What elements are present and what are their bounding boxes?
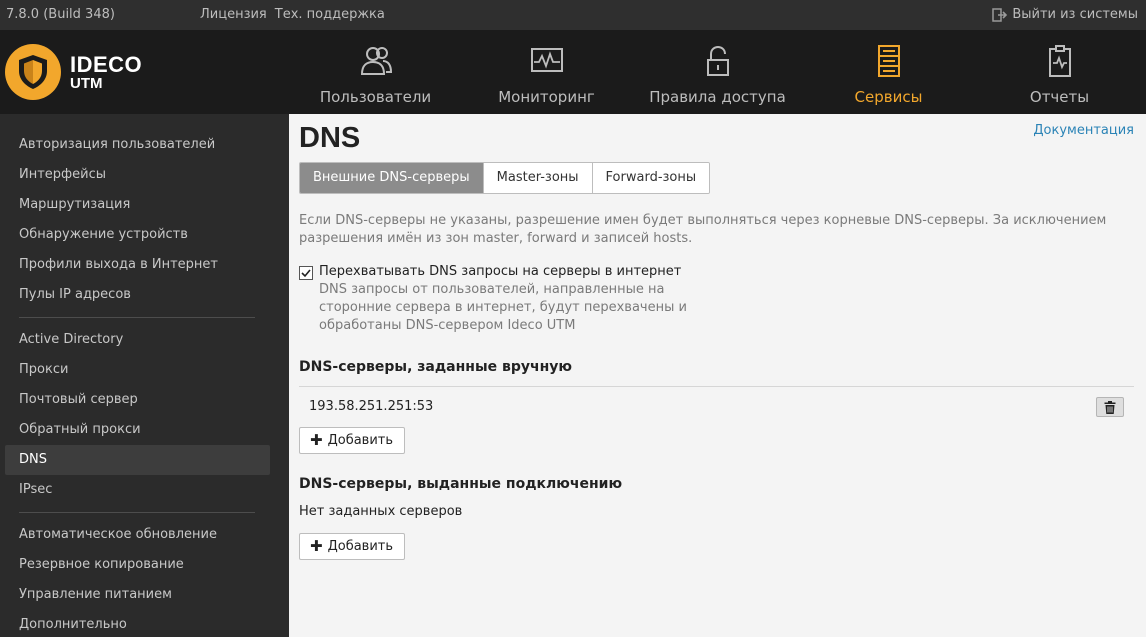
sidebar-item-mail-server[interactable]: Почтовый сервер xyxy=(5,385,270,415)
nav-reports-label: Отчеты xyxy=(1029,88,1090,106)
connection-dns-empty: Нет заданных серверов xyxy=(299,504,463,519)
dns-tabs: Внешние DNS-серверы Master-зоны Forward-… xyxy=(299,162,711,194)
nav-access-rules[interactable]: Правила доступа xyxy=(632,30,803,114)
trash-icon xyxy=(1104,400,1116,414)
checkmark-icon xyxy=(301,269,311,278)
version-label: 7.8.0 (Build 348) xyxy=(6,7,115,22)
intercept-dns-option: Перехватывать DNS запросы на серверы в и… xyxy=(299,264,719,335)
add-manual-server-button[interactable]: ✚ Добавить xyxy=(299,427,406,454)
page-title: DNS xyxy=(299,122,361,154)
brand-name: IDECO UTM xyxy=(70,51,143,92)
report-icon xyxy=(1048,45,1071,77)
sidebar-group-system: Автоматическое обновление Резервное копи… xyxy=(0,520,289,637)
sidebar-item-ipsec[interactable]: IPsec xyxy=(5,475,270,505)
nav-access-rules-label: Правила доступа xyxy=(649,88,786,106)
logout-label: Выйти из системы xyxy=(1012,7,1138,22)
nav-reports[interactable]: Отчеты xyxy=(974,30,1145,114)
sidebar-item-auto-update[interactable]: Автоматическое обновление xyxy=(5,520,270,550)
users-icon xyxy=(360,47,392,75)
sidebar-item-user-auth[interactable]: Авторизация пользователей xyxy=(5,130,270,160)
sidebar-group-services: Active Directory Прокси Почтовый сервер … xyxy=(0,325,289,505)
intercept-dns-description: DNS запросы от пользователей, направленн… xyxy=(319,282,687,333)
section-divider xyxy=(299,386,1134,387)
sidebar-item-device-discovery[interactable]: Обнаружение устройств xyxy=(5,220,270,250)
nav-users[interactable]: Пользователи xyxy=(290,30,461,114)
main-header: IDECO UTM Пользователи Мониторинг Правил… xyxy=(0,30,1146,114)
nav-services-label: Сервисы xyxy=(854,88,923,106)
add-button-label: Добавить xyxy=(327,539,394,554)
top-links: Лицензия Тех. поддержка xyxy=(200,7,385,22)
shield-logo-icon xyxy=(5,44,61,100)
connection-dns-title: DNS-серверы, выданные подключению xyxy=(299,476,623,492)
lock-icon xyxy=(706,45,729,76)
sidebar-item-internet-profiles[interactable]: Профили выхода в Интернет xyxy=(5,250,270,280)
intercept-dns-label-block: Перехватывать DNS запросы на серверы в и… xyxy=(319,264,719,335)
add-button-label: Добавить xyxy=(327,433,394,448)
info-text: Если DNS-серверы не указаны, разрешение … xyxy=(299,213,1107,246)
tab-master-zones[interactable]: Master-зоны xyxy=(482,163,592,193)
plus-icon: ✚ xyxy=(310,431,323,449)
manual-dns-server-value: 193.58.251.251:53 xyxy=(309,399,434,414)
brand-line1: IDECO xyxy=(70,51,143,77)
documentation-link[interactable]: Документация xyxy=(1033,123,1134,138)
monitor-icon xyxy=(530,48,563,72)
intercept-dns-checkbox[interactable] xyxy=(299,266,313,280)
sidebar-item-routing[interactable]: Маршрутизация xyxy=(5,190,270,220)
brand-line2: UTM xyxy=(70,74,103,92)
sidebar-item-active-directory[interactable]: Active Directory xyxy=(5,325,270,355)
nav-services[interactable]: Сервисы xyxy=(803,30,974,114)
nav-monitoring[interactable]: Мониторинг xyxy=(461,30,632,114)
manual-dns-title: DNS-серверы, заданные вручную xyxy=(299,359,573,375)
main-nav: Пользователи Мониторинг Правила доступа xyxy=(290,30,1145,114)
sidebar-divider xyxy=(19,512,255,513)
sidebar-item-advanced[interactable]: Дополнительно xyxy=(5,610,270,637)
sidebar-item-backup[interactable]: Резервное копирование xyxy=(5,550,270,580)
server-icon xyxy=(877,45,900,77)
logout-button[interactable]: Выйти из системы xyxy=(992,7,1138,22)
sidebar-group-network: Авторизация пользователей Интерфейсы Мар… xyxy=(0,114,289,310)
support-link[interactable]: Тех. поддержка xyxy=(275,7,385,22)
logout-icon xyxy=(992,7,1008,22)
sidebar-item-power[interactable]: Управление питанием xyxy=(5,580,270,610)
main-content: DNS Документация Внешние DNS-серверы Mas… xyxy=(289,114,1146,637)
tab-forward-zones[interactable]: Forward-зоны xyxy=(591,163,710,193)
nav-users-label: Пользователи xyxy=(319,88,432,106)
delete-server-button[interactable] xyxy=(1096,397,1124,417)
sidebar-divider xyxy=(19,317,255,318)
plus-icon: ✚ xyxy=(310,537,323,555)
tab-external-dns[interactable]: Внешние DNS-серверы xyxy=(300,163,483,193)
sidebar-item-reverse-proxy[interactable]: Обратный прокси xyxy=(5,415,270,445)
brand[interactable]: IDECO UTM xyxy=(5,44,142,100)
sidebar-item-interfaces[interactable]: Интерфейсы xyxy=(5,160,270,190)
license-link[interactable]: Лицензия xyxy=(200,7,267,22)
sidebar-item-proxy[interactable]: Прокси xyxy=(5,355,270,385)
add-connection-server-button[interactable]: ✚ Добавить xyxy=(299,533,406,560)
sidebar-item-dns[interactable]: DNS xyxy=(5,445,270,475)
sidebar: Авторизация пользователей Интерфейсы Мар… xyxy=(0,114,289,637)
nav-monitoring-label: Мониторинг xyxy=(498,88,595,106)
sidebar-item-ip-pools[interactable]: Пулы IP адресов xyxy=(5,280,270,310)
top-bar: 7.8.0 (Build 348) Лицензия Тех. поддержк… xyxy=(0,0,1146,30)
intercept-dns-label: Перехватывать DNS запросы на серверы в и… xyxy=(319,264,682,279)
